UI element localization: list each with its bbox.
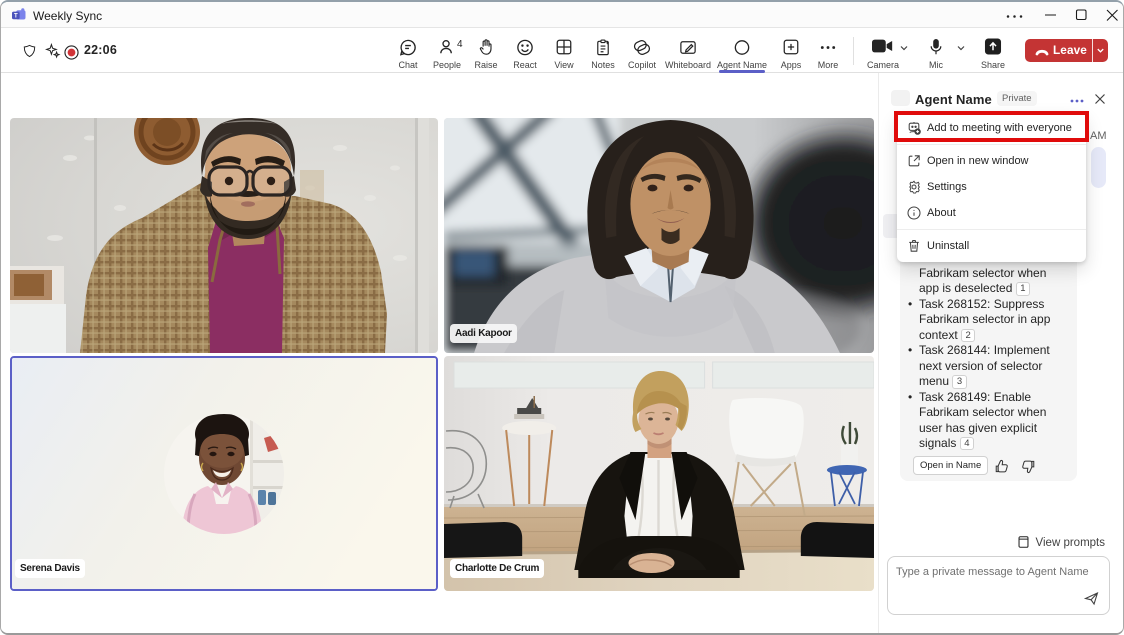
- svg-text:T: T: [14, 14, 18, 20]
